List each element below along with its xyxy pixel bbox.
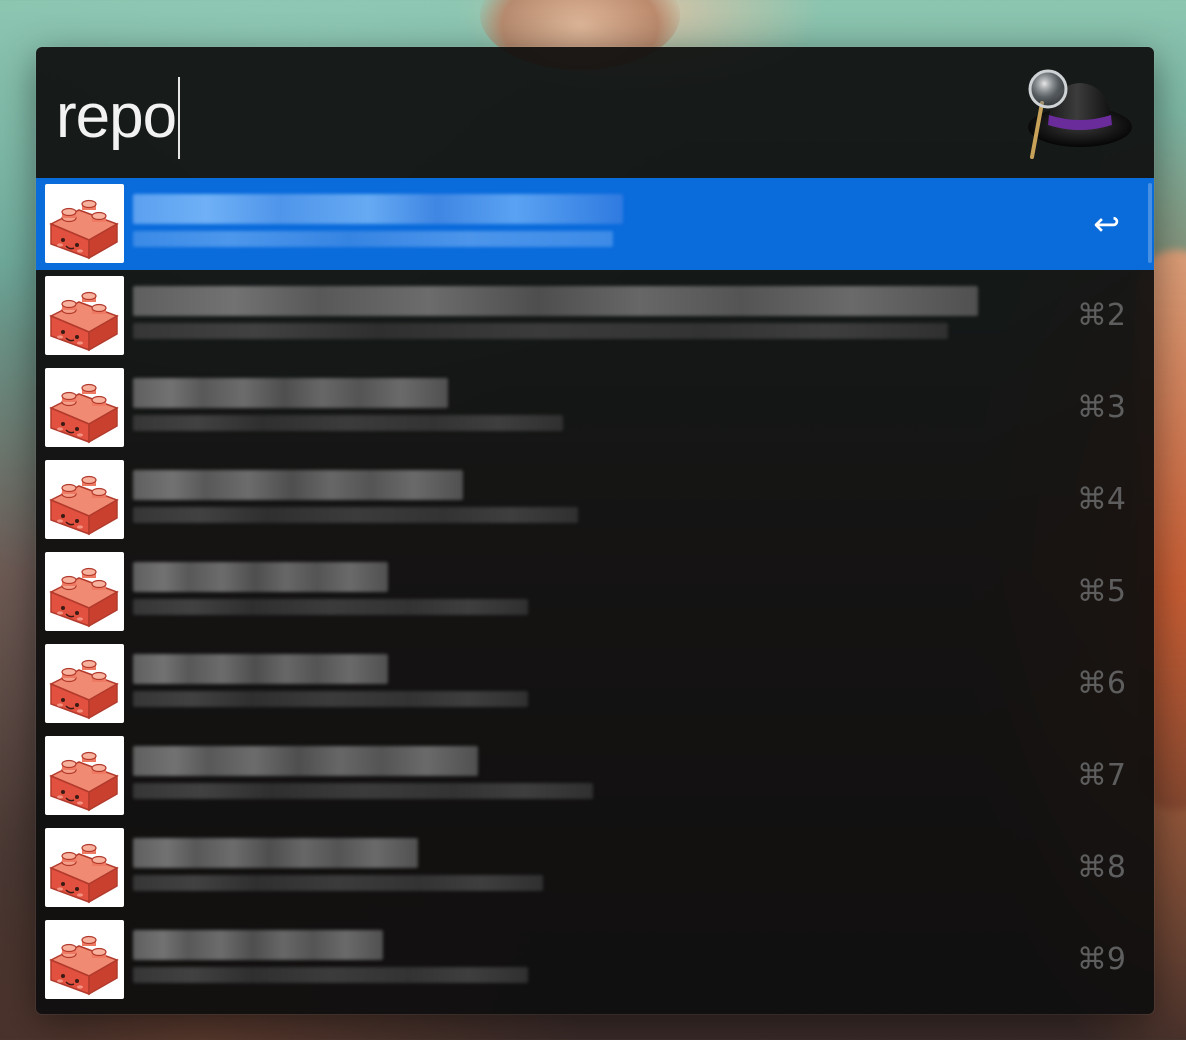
result-title-obscured [133,378,448,408]
result-title-obscured [133,194,623,224]
shortcut-label: ⌘8 [1076,850,1126,885]
shortcut-label: ⌘9 [1076,942,1126,977]
result-subtitle-obscured [133,231,613,247]
result-subtitle-obscured [133,599,528,615]
result-subtitle-obscured [133,783,593,799]
result-title-obscured [133,470,463,500]
result-title-obscured [133,838,418,868]
shortcut-label: ⌘4 [1076,482,1126,517]
shortcut-label: ⌘6 [1076,666,1126,701]
lego-block-icon [45,736,124,815]
shortcut-label: ⌘2 [1076,298,1126,333]
result-subtitle-obscured [133,691,528,707]
lego-block-icon [45,644,124,723]
result-row-6[interactable]: ⌘6 [36,638,1154,730]
enter-key-icon: ↩ [1093,205,1120,243]
result-subtitle-obscured [133,323,948,339]
result-subtitle-obscured [133,415,563,431]
alfred-launcher-window: repo ↩ ⌘2 ⌘3 ⌘4 ⌘5 ⌘6 ⌘7 ⌘8 ⌘9 [36,47,1154,1014]
lego-block-icon [45,184,124,263]
lego-block-icon [45,552,124,631]
search-bar[interactable]: repo [36,47,1154,178]
search-query: repo [56,82,177,151]
result-title-obscured [133,562,388,592]
search-input[interactable]: repo [56,77,181,159]
result-row-4[interactable]: ⌘4 [36,454,1154,546]
result-title-obscured [133,286,978,316]
results-list: ↩ ⌘2 ⌘3 ⌘4 ⌘5 ⌘6 ⌘7 ⌘8 ⌘9 [36,178,1154,1006]
result-title-obscured [133,746,478,776]
lego-block-icon [45,368,124,447]
result-title-obscured [133,654,388,684]
shortcut-label: ⌘5 [1076,574,1126,609]
result-subtitle-obscured [133,875,543,891]
result-title-obscured [133,930,383,960]
shortcut-label: ⌘7 [1076,758,1126,793]
result-row-3[interactable]: ⌘3 [36,362,1154,454]
result-row-8[interactable]: ⌘8 [36,822,1154,914]
result-row-9[interactable]: ⌘9 [36,914,1154,1006]
lego-block-icon [45,828,124,907]
lego-block-icon [45,920,124,999]
result-subtitle-obscured [133,967,528,983]
result-subtitle-obscured [133,507,578,523]
scrollbar[interactable] [1148,183,1152,263]
lego-block-icon [45,460,124,539]
lego-block-icon [45,276,124,355]
result-row-5[interactable]: ⌘5 [36,546,1154,638]
result-row-1[interactable]: ↩ [36,178,1154,270]
shortcut-label: ⌘3 [1076,390,1126,425]
text-cursor [178,77,181,159]
result-row-2[interactable]: ⌘2 [36,270,1154,362]
result-row-7[interactable]: ⌘7 [36,730,1154,822]
alfred-hat-icon[interactable] [1018,69,1134,161]
